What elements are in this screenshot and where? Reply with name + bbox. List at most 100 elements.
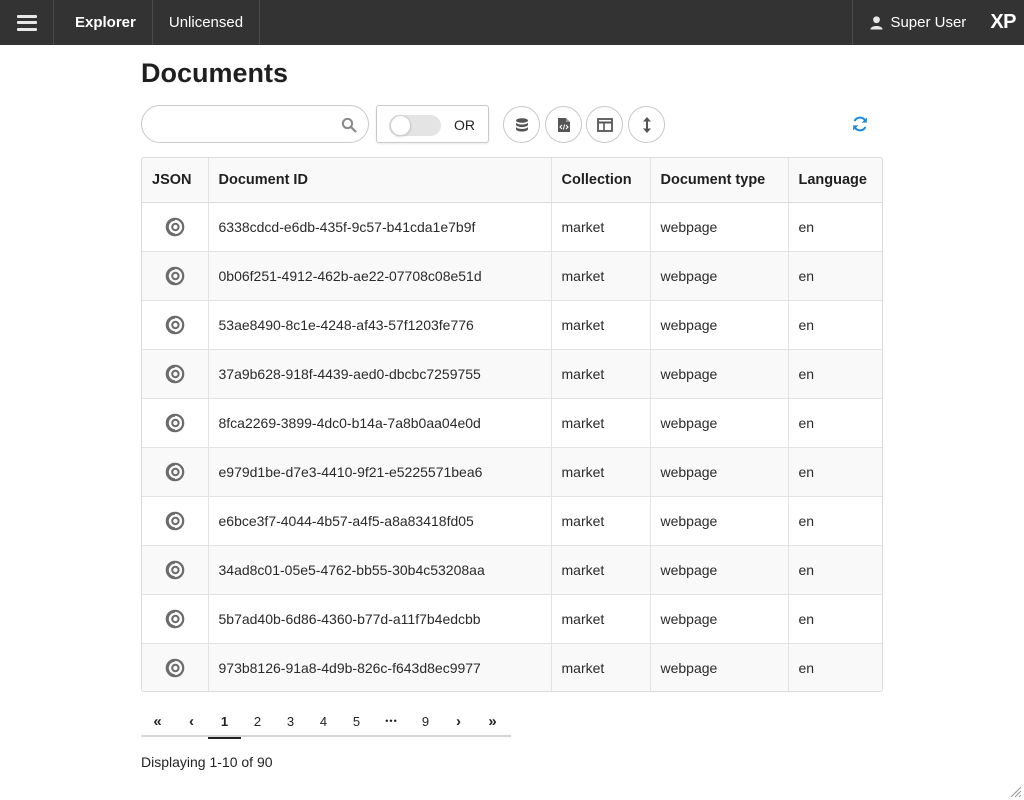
collection-cell: market	[550, 250, 650, 300]
table-row[interactable]: e6bce3f7-4044-4b57-a4f5-a8a83418fd05 mark…	[142, 495, 882, 545]
document-id-cell[interactable]: 53ae8490-8c1e-4248-af43-57f1203fe776	[207, 299, 551, 349]
collection-cell: market	[550, 348, 650, 398]
table-row[interactable]: 53ae8490-8c1e-4248-af43-57f1203fe776 mark…	[142, 299, 882, 349]
json-view-icon[interactable]	[165, 560, 185, 580]
header-collection[interactable]: Collection	[550, 158, 650, 203]
document-id-cell[interactable]: e6bce3f7-4044-4b57-a4f5-a8a83418fd05	[207, 495, 551, 545]
prev-page-button[interactable]: ‹	[175, 705, 208, 737]
app-name[interactable]: Explorer	[54, 0, 153, 45]
document-type-cell: webpage	[649, 446, 788, 496]
header-language[interactable]: Language	[787, 158, 882, 203]
first-page-button[interactable]: «	[141, 705, 174, 737]
json-view-icon[interactable]	[165, 364, 185, 384]
table-row[interactable]: 6338cdcd-e6db-435f-9c57-b41cda1e7b9f mark…	[142, 202, 882, 251]
menu-button[interactable]	[0, 0, 54, 45]
json-cell[interactable]	[142, 446, 208, 496]
header-json: JSON	[142, 158, 208, 203]
document-id-cell[interactable]: 8fca2269-3899-4dc0-b14a-7a8b0aa04e0d	[207, 397, 551, 447]
header-document-id[interactable]: Document ID	[207, 158, 551, 203]
table-row[interactable]: 5b7ad40b-6d86-4360-b77d-a11f7b4edcbb mark…	[142, 593, 882, 643]
xp-logo[interactable]: XP	[984, 0, 1024, 45]
language-cell: en	[787, 495, 882, 545]
collections-button[interactable]	[503, 106, 540, 143]
document-id-cell[interactable]: 5b7ad40b-6d86-4360-b77d-a11f7b4edcbb	[207, 593, 551, 643]
table-row[interactable]: 8fca2269-3899-4dc0-b14a-7a8b0aa04e0d mark…	[142, 397, 882, 447]
or-toggle-label: OR	[454, 117, 475, 133]
document-id-cell[interactable]: 37a9b628-918f-4439-aed0-dbcbc7259755	[207, 348, 551, 398]
json-cell[interactable]	[142, 348, 208, 398]
pagination: « ‹ 1 2 3 4 5 ••• 9 › »	[141, 705, 511, 739]
document-types-button[interactable]	[545, 106, 582, 143]
json-view-icon[interactable]	[165, 658, 185, 678]
search-field[interactable]	[141, 105, 369, 143]
refresh-button[interactable]	[849, 113, 871, 135]
language-cell: en	[787, 642, 882, 691]
table-row[interactable]: 0b06f251-4912-462b-ae22-07708c08e51d mark…	[142, 250, 882, 300]
last-page-button[interactable]: »	[476, 705, 509, 737]
language-cell: en	[787, 446, 882, 496]
json-cell[interactable]	[142, 299, 208, 349]
json-cell[interactable]	[142, 495, 208, 545]
header-document-type[interactable]: Document type	[649, 158, 788, 203]
json-view-icon[interactable]	[165, 511, 185, 531]
json-cell[interactable]	[142, 642, 208, 691]
sort-button[interactable]	[628, 106, 665, 143]
json-view-icon[interactable]	[165, 413, 185, 433]
table-row[interactable]: e979d1be-d7e3-4410-9f21-e5225571bea6 mark…	[142, 446, 882, 496]
document-id-cell[interactable]: 0b06f251-4912-462b-ae22-07708c08e51d	[207, 250, 551, 300]
page-button[interactable]: 9	[409, 705, 442, 737]
language-cell: en	[787, 348, 882, 398]
page-button[interactable]: 4	[307, 705, 340, 737]
page-title: Documents	[141, 58, 289, 88]
next-page-button[interactable]: ›	[442, 705, 475, 737]
language-cell: en	[787, 593, 882, 643]
language-cell: en	[787, 544, 882, 594]
user-menu[interactable]: Super User	[852, 0, 984, 45]
language-cell: en	[787, 299, 882, 349]
columns-icon	[596, 117, 613, 132]
document-id-cell[interactable]: e979d1be-d7e3-4410-9f21-e5225571bea6	[207, 446, 551, 496]
table-row[interactable]: 37a9b628-918f-4439-aed0-dbcbc7259755 mark…	[142, 348, 882, 398]
json-view-icon[interactable]	[165, 609, 185, 629]
document-type-cell: webpage	[649, 593, 788, 643]
json-cell[interactable]	[142, 397, 208, 447]
document-id-cell[interactable]: 6338cdcd-e6db-435f-9c57-b41cda1e7b9f	[207, 202, 551, 251]
table-header-row: JSON Document ID Collection Document typ…	[142, 158, 882, 203]
document-type-cell: webpage	[649, 544, 788, 594]
json-view-icon[interactable]	[165, 266, 185, 286]
collection-cell: market	[550, 202, 650, 251]
resize-grip-icon[interactable]	[1010, 786, 1022, 798]
json-cell[interactable]	[142, 593, 208, 643]
page-button[interactable]: 2	[241, 705, 274, 737]
columns-button[interactable]	[586, 106, 623, 143]
json-cell[interactable]	[142, 544, 208, 594]
page-button[interactable]: 1	[208, 705, 241, 739]
json-view-icon[interactable]	[165, 462, 185, 482]
user-icon	[870, 16, 884, 30]
license-label: Unlicensed	[153, 0, 261, 45]
user-name: Super User	[890, 14, 967, 31]
hamburger-icon	[16, 14, 37, 31]
sort-arrows-icon	[642, 116, 651, 133]
collection-cell: market	[550, 593, 650, 643]
or-toggle-switch[interactable]	[389, 115, 441, 136]
page-button[interactable]: 5	[340, 705, 373, 737]
language-cell: en	[787, 397, 882, 447]
table-row[interactable]: 34ad8c01-05e5-4762-bb55-30b4c53208aa mark…	[142, 544, 882, 594]
table-row[interactable]: 973b8126-91a8-4d9b-826c-f643d8ec9977 mark…	[142, 642, 882, 691]
json-view-icon[interactable]	[165, 315, 185, 335]
json-cell[interactable]	[142, 250, 208, 300]
document-id-cell[interactable]: 34ad8c01-05e5-4762-bb55-30b4c53208aa	[207, 544, 551, 594]
collection-cell: market	[550, 495, 650, 545]
code-file-icon	[557, 117, 570, 132]
json-cell[interactable]	[142, 202, 208, 251]
json-view-icon[interactable]	[165, 217, 185, 237]
language-cell: en	[787, 250, 882, 300]
search-icon[interactable]	[341, 117, 357, 133]
document-id-cell[interactable]: 973b8126-91a8-4d9b-826c-f643d8ec9977	[207, 642, 551, 691]
toggle-knob	[390, 115, 411, 136]
search-input[interactable]	[156, 115, 336, 135]
page-ellipsis: •••	[385, 716, 398, 726]
document-type-cell: webpage	[649, 250, 788, 300]
page-button[interactable]: 3	[274, 705, 307, 737]
